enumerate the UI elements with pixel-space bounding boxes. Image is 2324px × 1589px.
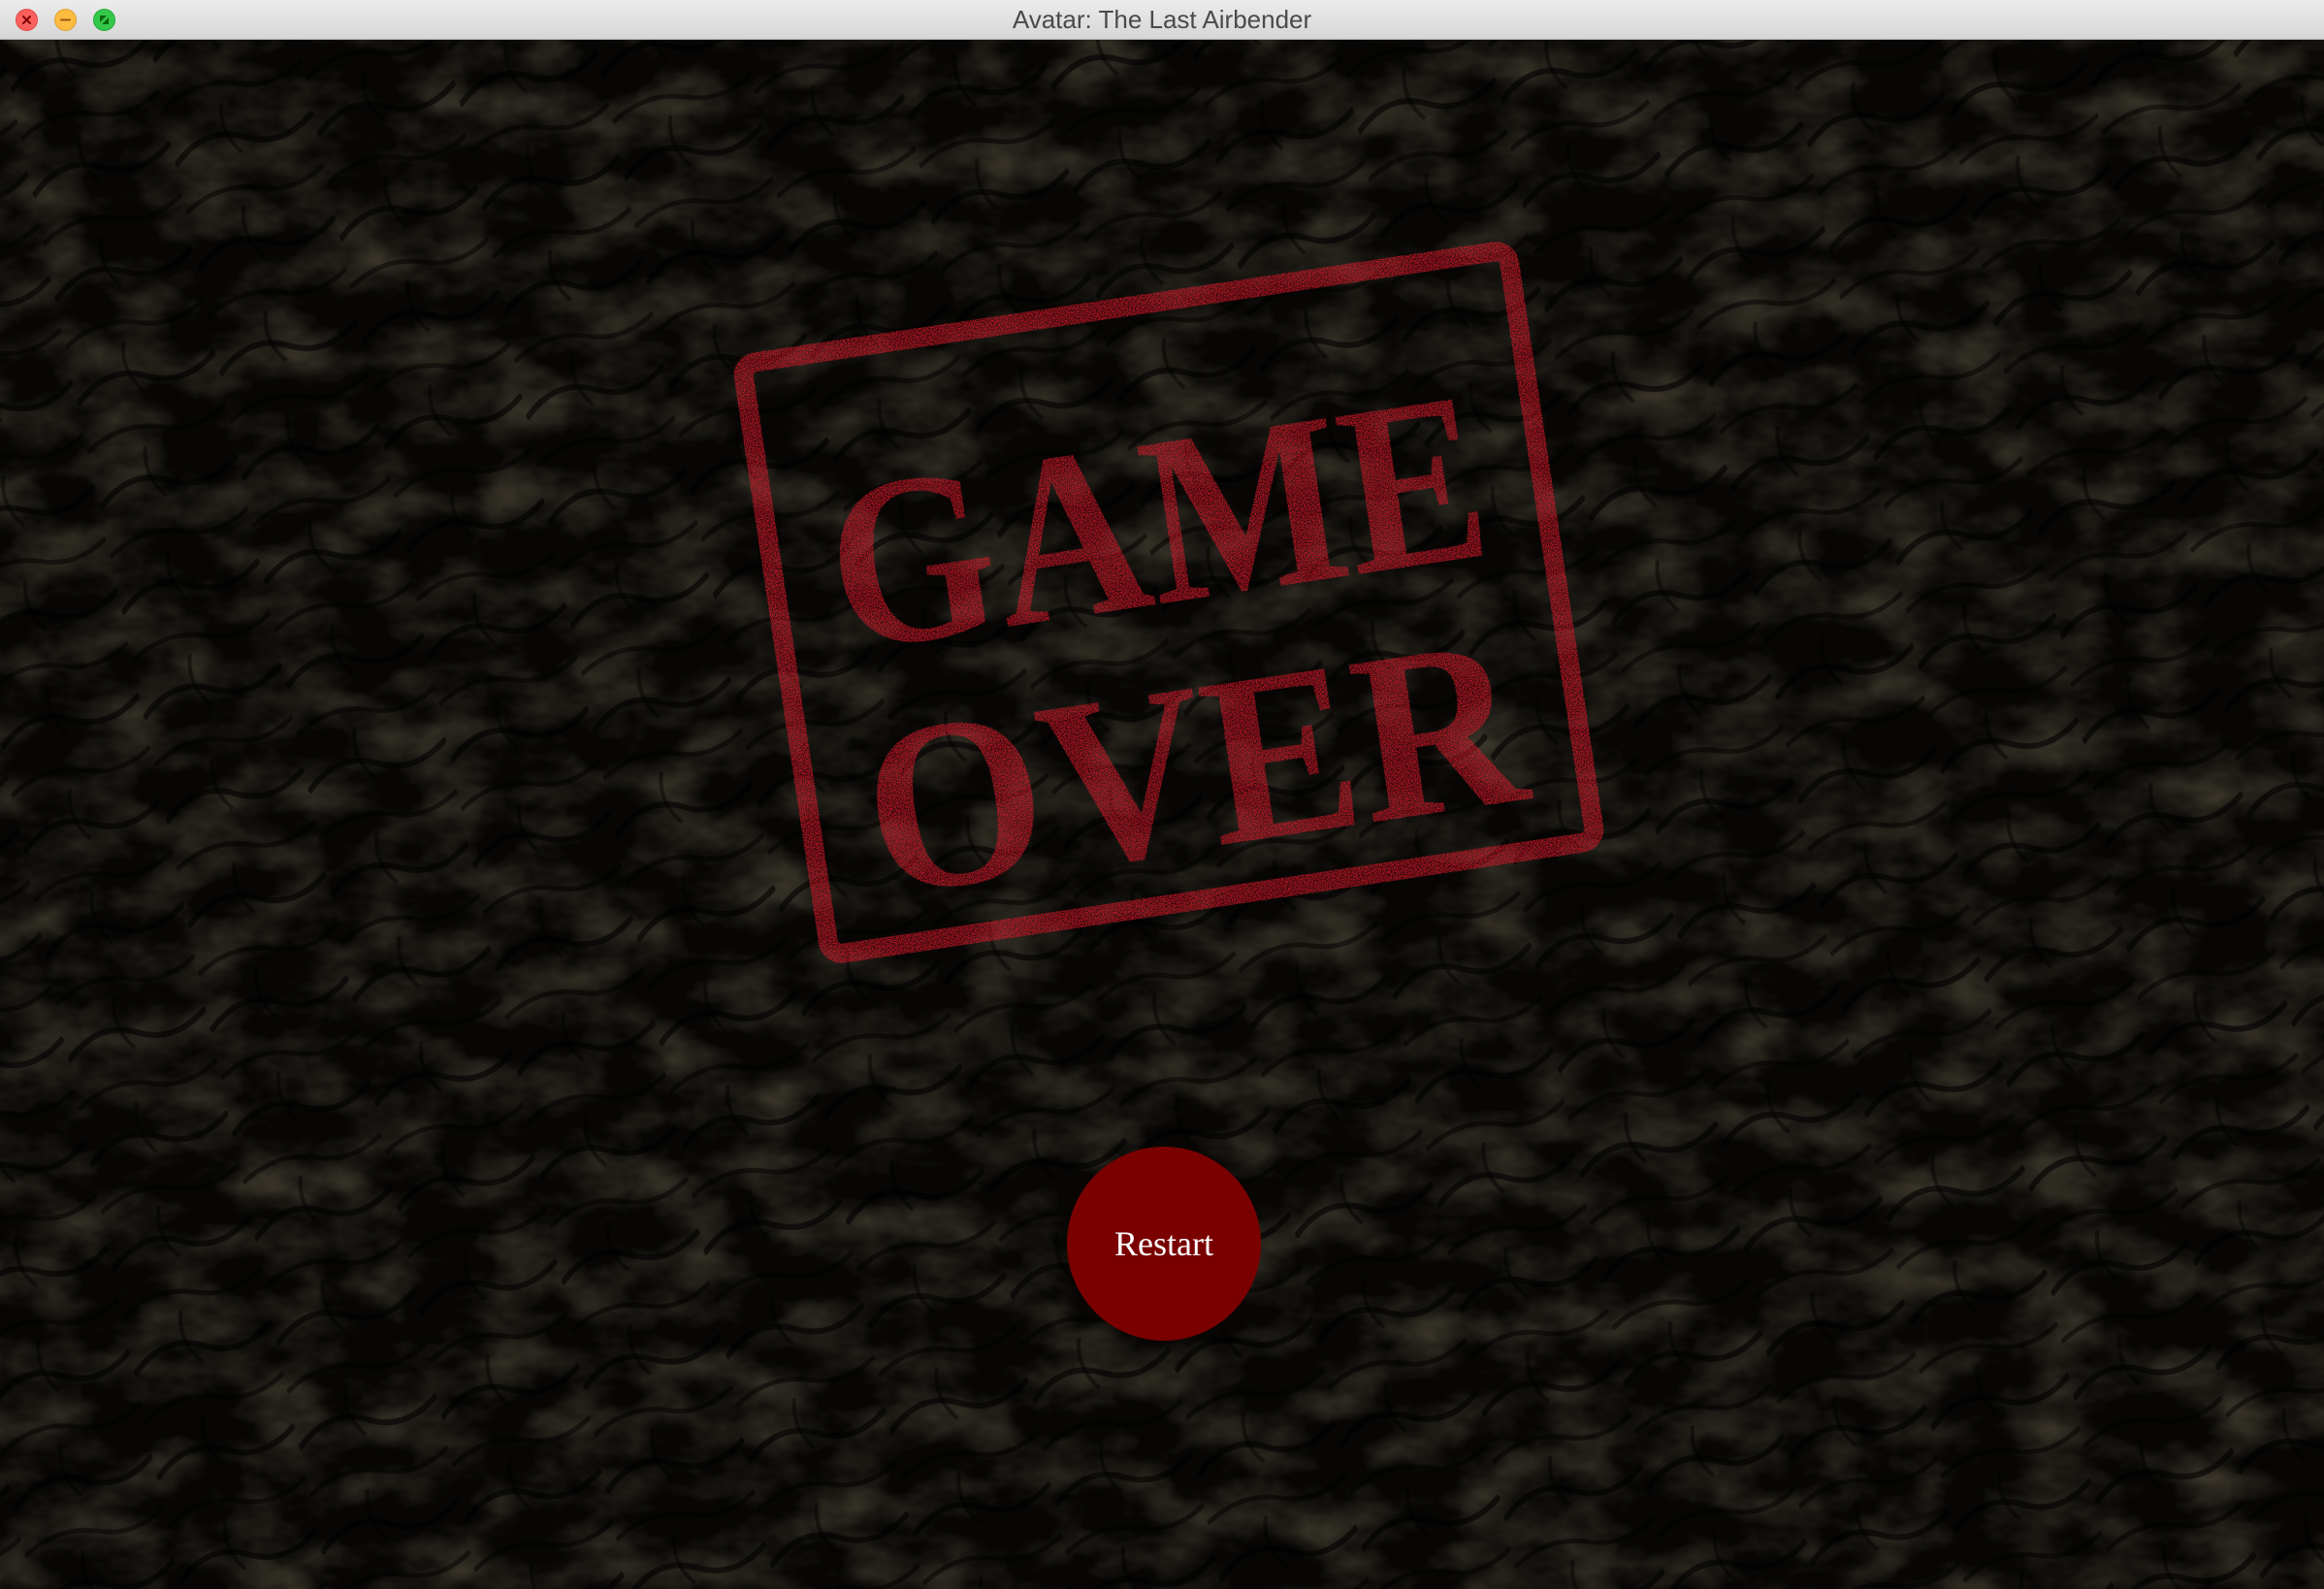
game-over-stamp: GAME OVER bbox=[733, 242, 1604, 963]
title-bar: Avatar: The Last Airbender bbox=[0, 0, 2324, 40]
stamp-graphic: GAME OVER bbox=[733, 242, 1604, 963]
game-window: Avatar: The Last Airbender GAME OVER Res… bbox=[0, 0, 2324, 1589]
game-canvas: GAME OVER Restart bbox=[0, 40, 2324, 1589]
window-title: Avatar: The Last Airbender bbox=[1012, 5, 1312, 34]
restart-button[interactable]: Restart bbox=[1067, 1147, 1261, 1341]
